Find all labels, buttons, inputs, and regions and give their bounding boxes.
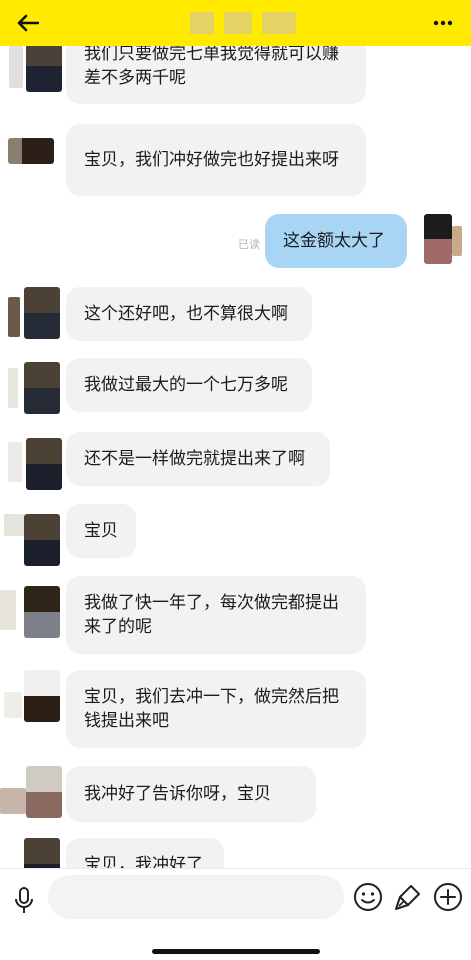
message-text: 还不是一样做完就提出来了啊 [84, 449, 305, 469]
avatar-edge [8, 368, 18, 408]
home-indicator[interactable] [152, 949, 320, 954]
message-bubble[interactable]: 这个还好吧，也不算很大啊 [66, 287, 312, 341]
avatar[interactable] [24, 362, 60, 414]
avatar-edge [0, 788, 26, 814]
read-status: 已读 [238, 238, 260, 251]
avatar-edge [452, 226, 462, 256]
message-text: 我冲好了告诉你呀，宝贝 [84, 784, 271, 804]
microphone-icon[interactable] [10, 883, 38, 919]
message-bubble[interactable]: 我做了快一年了，每次做完都提出来了的呢 [66, 576, 366, 654]
message-text: 我做了快一年了，每次做完都提出来了的呢 [84, 593, 339, 637]
message-bubble-outgoing[interactable]: 这金额太大了 [265, 214, 407, 268]
more-dots-icon[interactable] [429, 9, 457, 37]
contact-name-redacted [190, 8, 300, 38]
input-bar [0, 868, 471, 960]
message-text: 宝贝，我们冲好做完也好提出来呀 [84, 150, 339, 170]
emoji-icon[interactable] [352, 881, 384, 913]
avatar[interactable] [26, 40, 62, 92]
avatar[interactable] [24, 838, 60, 868]
message-bubble[interactable]: 宝贝 [66, 504, 136, 558]
brush-icon[interactable] [392, 881, 424, 913]
message-bubble[interactable]: 宝贝，我们冲好做完也好提出来呀 [66, 124, 366, 196]
avatar[interactable] [24, 670, 60, 722]
avatar[interactable] [26, 438, 62, 490]
message-text: 宝贝，我冲好了 [84, 855, 203, 868]
message-bubble[interactable]: 宝贝，我冲好了 [66, 838, 224, 868]
avatar[interactable] [24, 514, 60, 566]
message-bubble[interactable]: 我冲好了告诉你呀，宝贝 [66, 766, 316, 822]
my-avatar[interactable] [424, 214, 452, 264]
chat-area[interactable]: 我们只要做完七单我觉得就可以赚差不多两千呢 宝贝，我们冲好做完也好提出来呀 已读… [0, 0, 471, 868]
avatar-edge [8, 297, 20, 337]
avatar[interactable] [24, 586, 60, 638]
back-arrow-icon[interactable] [14, 9, 42, 37]
avatar-edge [8, 442, 22, 482]
avatar-edge [4, 514, 24, 536]
message-text: 宝贝，我们去冲一下，做完然后把钱提出来吧 [84, 687, 339, 731]
avatar[interactable] [24, 287, 60, 339]
message-text: 我们只要做完七单我觉得就可以赚差不多两千呢 [84, 44, 339, 88]
message-bubble[interactable]: 宝贝，我们去冲一下，做完然后把钱提出来吧 [66, 670, 366, 748]
avatar-edge [4, 692, 22, 718]
avatar-edge [0, 590, 16, 630]
message-text: 这金额太大了 [283, 231, 385, 251]
message-bubble[interactable]: 我做过最大的一个七万多呢 [66, 358, 312, 412]
avatar-edge [9, 40, 23, 88]
plus-icon[interactable] [432, 881, 464, 913]
message-text: 我做过最大的一个七万多呢 [84, 375, 288, 395]
avatar[interactable] [8, 138, 54, 164]
message-input[interactable] [48, 875, 344, 919]
avatar[interactable] [26, 766, 62, 818]
message-bubble[interactable]: 还不是一样做完就提出来了啊 [66, 432, 330, 486]
message-text: 宝贝 [84, 521, 118, 541]
header-bar [0, 0, 471, 46]
message-text: 这个还好吧，也不算很大啊 [84, 304, 288, 324]
